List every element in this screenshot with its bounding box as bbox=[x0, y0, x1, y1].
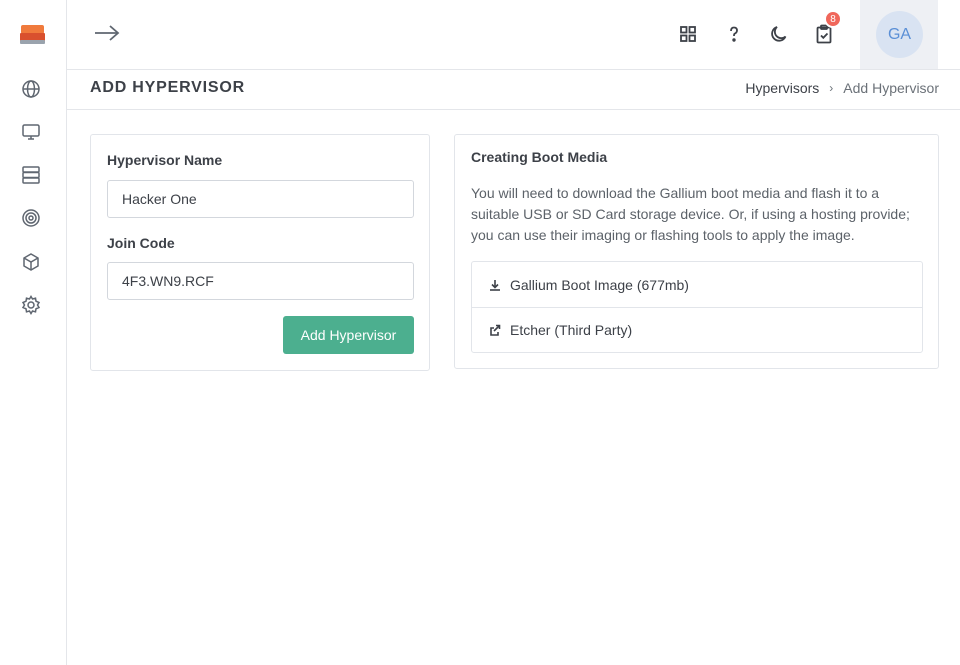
server-icon[interactable] bbox=[20, 164, 42, 186]
topbar: 8 GA bbox=[67, 0, 960, 70]
gallium-boot-image-link[interactable]: Gallium Boot Image (677mb) bbox=[472, 262, 922, 307]
help-icon[interactable] bbox=[722, 22, 746, 46]
globe-icon[interactable] bbox=[20, 78, 42, 100]
boot-media-description: You will need to download the Gallium bo… bbox=[471, 185, 910, 243]
gallium-boot-image-label: Gallium Boot Image (677mb) bbox=[510, 276, 689, 293]
avatar-area: GA bbox=[860, 0, 938, 69]
package-icon[interactable] bbox=[20, 251, 42, 273]
hypervisor-form-card: Hypervisor Name Join Code Add Hypervisor bbox=[90, 134, 430, 371]
gear-icon[interactable] bbox=[20, 294, 42, 316]
notification-badge: 8 bbox=[824, 10, 842, 28]
etcher-link[interactable]: Etcher (Third Party) bbox=[472, 307, 922, 352]
page-title: ADD HYPERVISOR bbox=[90, 79, 245, 96]
sidebar-toggle-arrow-icon[interactable] bbox=[93, 22, 121, 44]
add-hypervisor-button[interactable]: Add Hypervisor bbox=[283, 316, 414, 354]
breadcrumb: Hypervisors › Add Hypervisor bbox=[745, 80, 939, 96]
target-icon[interactable] bbox=[20, 207, 42, 229]
app-logo[interactable] bbox=[20, 25, 45, 45]
sidebar bbox=[0, 0, 67, 665]
hypervisor-name-label: Hypervisor Name bbox=[107, 152, 223, 168]
hypervisor-name-input[interactable] bbox=[107, 180, 414, 218]
download-links-list: Gallium Boot Image (677mb) Etcher (Third… bbox=[471, 261, 923, 353]
etcher-label: Etcher (Third Party) bbox=[510, 322, 633, 338]
page-header: ADD HYPERVISOR Hypervisors › Add Hypervi… bbox=[67, 70, 960, 110]
join-code-input[interactable] bbox=[107, 262, 414, 300]
download-icon bbox=[488, 278, 502, 292]
breadcrumb-link-hypervisors[interactable]: Hypervisors bbox=[745, 80, 819, 96]
external-link-icon bbox=[488, 323, 502, 337]
join-code-label: Join Code bbox=[107, 235, 175, 251]
boot-media-title: Creating Boot Media bbox=[471, 149, 608, 165]
breadcrumb-current: Add Hypervisor bbox=[843, 80, 939, 96]
dark-mode-moon-icon[interactable] bbox=[767, 22, 791, 46]
boot-media-card: Creating Boot Media You will need to dow… bbox=[454, 134, 939, 369]
avatar[interactable]: GA bbox=[876, 11, 923, 58]
monitor-icon[interactable] bbox=[20, 121, 42, 143]
apps-grid-icon[interactable] bbox=[676, 22, 700, 46]
chevron-right-icon: › bbox=[829, 81, 834, 95]
